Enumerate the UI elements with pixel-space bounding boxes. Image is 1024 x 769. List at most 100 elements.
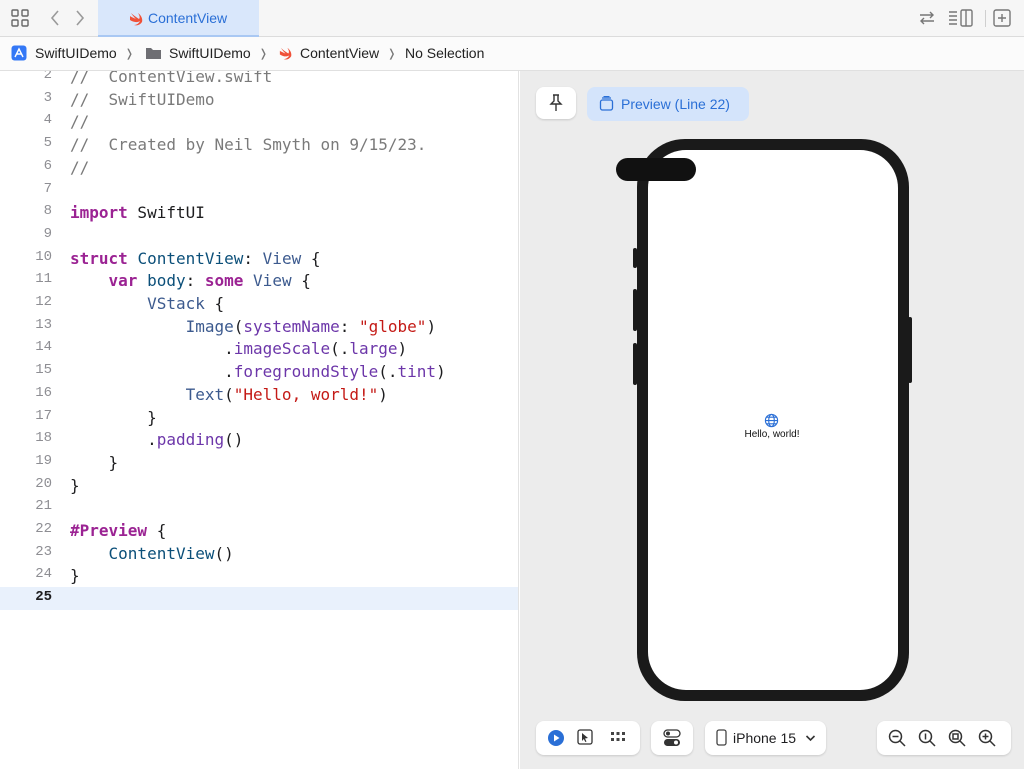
line-number: 8 — [43, 203, 52, 220]
line-number: 23 — [35, 543, 52, 560]
tab-label: ContentView — [148, 10, 228, 26]
line-number: 4 — [43, 112, 52, 129]
code-token: Image — [185, 316, 234, 336]
code-text: } — [70, 406, 157, 429]
code-line[interactable]: 21 — [0, 496, 518, 519]
code-line[interactable]: 17 } — [0, 406, 518, 429]
code-token: VStack — [147, 294, 205, 313]
line-number: 12 — [35, 294, 52, 310]
code-token: : — [185, 271, 205, 291]
code-text: .foregroundStyle(.tint) — [70, 360, 446, 383]
code-line[interactable]: 7 — [0, 179, 518, 202]
zoom-100-icon[interactable] — [918, 729, 936, 752]
code-token: } — [70, 475, 80, 495]
device-picker[interactable]: iPhone 15 — [705, 721, 826, 755]
code-token: View — [253, 271, 292, 291]
line-number: 13 — [35, 316, 52, 333]
device-picker-label: iPhone 15 — [733, 730, 797, 746]
zoom-in-icon[interactable] — [978, 729, 996, 752]
code-token: tint — [397, 362, 437, 382]
code-line[interactable]: 6 // — [0, 156, 518, 179]
code-line[interactable]: 19 } — [0, 451, 518, 474]
zoom-fit-icon[interactable] — [948, 729, 966, 752]
code-text: #Preview { — [70, 519, 166, 542]
back-icon[interactable] — [49, 8, 61, 28]
code-line[interactable]: 13 Image(systemName: "globe") — [0, 315, 518, 338]
line-number: 7 — [43, 180, 52, 197]
code-text: } — [70, 451, 119, 474]
line-number: 17 — [35, 407, 52, 424]
pin-preview-button[interactable] — [536, 87, 576, 119]
breadcrumb-selection[interactable]: No Selection — [405, 45, 484, 61]
forward-icon[interactable] — [74, 8, 86, 28]
code-token: ContentView — [108, 543, 215, 563]
code-line[interactable]: 23 ContentView() — [0, 542, 518, 565]
code-token: large — [349, 339, 398, 359]
code-token: "Hello, world!" — [233, 384, 379, 404]
breadcrumb-folder[interactable]: SwiftUIDemo ❭ — [145, 45, 268, 61]
zoom-out-icon[interactable] — [888, 729, 906, 752]
code-line[interactable]: 16 Text("Hello, world!") — [0, 383, 518, 406]
code-token: systemName — [243, 316, 340, 336]
line-number: 10 — [35, 248, 52, 265]
code-line[interactable]: 8 import SwiftUI — [0, 201, 518, 224]
code-line[interactable]: 10 struct ContentView: View { — [0, 247, 518, 270]
inspector-icon[interactable] — [948, 8, 974, 28]
code-line[interactable]: 11 var body: some View { — [0, 269, 518, 292]
breadcrumb-file[interactable]: ContentView ❭ — [278, 45, 396, 61]
code-line[interactable]: 18 .padding() — [0, 428, 518, 451]
code-text: // ContentView.swift — [70, 71, 272, 88]
code-token: // SwiftUIDemo — [70, 89, 215, 109]
code-line[interactable]: 4 // — [0, 110, 518, 133]
line-number: 5 — [43, 135, 52, 152]
code-token: body — [147, 271, 186, 291]
code-line[interactable]: 12 VStack { — [0, 292, 518, 315]
tab-contentview[interactable]: ContentView — [98, 0, 259, 37]
code-line[interactable]: 22 #Preview { — [0, 519, 518, 542]
zoom-controls — [877, 721, 1011, 755]
code-line[interactable]: 24} — [0, 564, 518, 587]
select-icon[interactable] — [577, 729, 593, 750]
code-token: : — [339, 316, 359, 336]
code-line[interactable]: 15 .foregroundStyle(.tint) — [0, 360, 518, 383]
grid-icon[interactable] — [11, 8, 29, 28]
dynamic-island — [616, 158, 696, 181]
code-token: var — [108, 271, 138, 291]
code-text: import SwiftUI — [70, 201, 205, 224]
code-text: VStack { — [70, 292, 224, 315]
swap-icon[interactable] — [918, 8, 936, 28]
code-text: } — [70, 564, 80, 587]
code-line[interactable]: 25 — [0, 587, 518, 611]
settings-toggle-icon — [663, 729, 681, 752]
add-editor-icon[interactable] — [992, 8, 1012, 28]
line-number: 6 — [43, 157, 52, 174]
code-line[interactable]: 14 .imageScale(.large) — [0, 337, 518, 360]
code-line[interactable]: 20} — [0, 474, 518, 497]
breadcrumb-project[interactable]: SwiftUIDemo ❭ — [11, 45, 134, 61]
code-line[interactable]: 3 // SwiftUIDemo — [0, 88, 518, 111]
code-token: { — [147, 521, 167, 540]
live-mode-icon[interactable] — [547, 729, 565, 752]
code-line[interactable]: 5 // Created by Neil Smyth on 9/15/23. — [0, 133, 518, 156]
code-token: ) — [426, 316, 437, 336]
preview-hello-text: Hello, world! — [744, 429, 800, 440]
line-number: 9 — [43, 225, 52, 242]
source-editor[interactable]: 2// ContentView.swift 3// SwiftUIDemo 4//5… — [0, 71, 519, 769]
code-text: Text("Hello, world!") — [70, 383, 388, 406]
code-line[interactable]: 2 // ContentView.swift — [0, 71, 518, 88]
code-text: Image(systemName: "globe") — [70, 315, 436, 338]
code-text: } — [70, 474, 80, 497]
preview-selector-button[interactable]: Preview (Line 22) — [587, 87, 749, 121]
code-token: . — [70, 339, 234, 359]
preview-chip-label: Preview (Line 22) — [621, 96, 730, 112]
breadcrumb: SwiftUIDemo ❭ SwiftUIDemo ❭ ContentView … — [0, 37, 1024, 71]
pin-icon — [548, 94, 564, 112]
preview-settings-button[interactable] — [651, 721, 693, 755]
code-token: imageScale — [233, 339, 331, 359]
code-line[interactable]: 9 — [0, 224, 518, 247]
code-token: padding — [156, 430, 225, 450]
variants-icon[interactable] — [610, 729, 626, 750]
